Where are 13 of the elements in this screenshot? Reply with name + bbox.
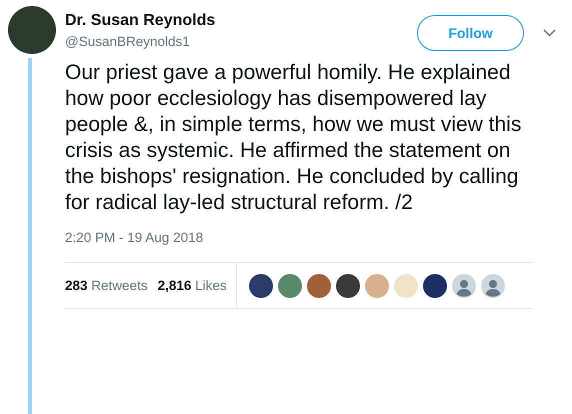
avatar-photo-placeholder[interactable] <box>8 6 56 54</box>
caret-icon[interactable] <box>543 29 556 37</box>
default-avatar-icon[interactable] <box>452 274 476 298</box>
timestamp[interactable]: 2:20 PM - 19 Aug 2018 <box>65 228 532 248</box>
author-handle[interactable]: @SusanBReynolds1 <box>65 33 417 51</box>
author-name[interactable]: Dr. Susan Reynolds <box>65 11 417 31</box>
liker-photo-placeholder[interactable] <box>336 274 360 298</box>
default-avatar-icon[interactable] <box>480 274 505 298</box>
liker-photo-placeholder[interactable] <box>422 274 447 298</box>
stat-link[interactable]: 2,816 Likes <box>158 276 227 296</box>
liker-photo-placeholder[interactable] <box>248 274 273 298</box>
tweet-text: Our priest gave a powerful homily. He explained how poor ecclesiology has disempowered lay people &, in simple terms, how we must view this crisis as systemic. He affirmed the statement on the bishops' resignation. He concluded by calling for radical lay-led structural reform. /2 <box>65 60 522 216</box>
stat-link[interactable]: 283 Retweets <box>65 276 148 296</box>
